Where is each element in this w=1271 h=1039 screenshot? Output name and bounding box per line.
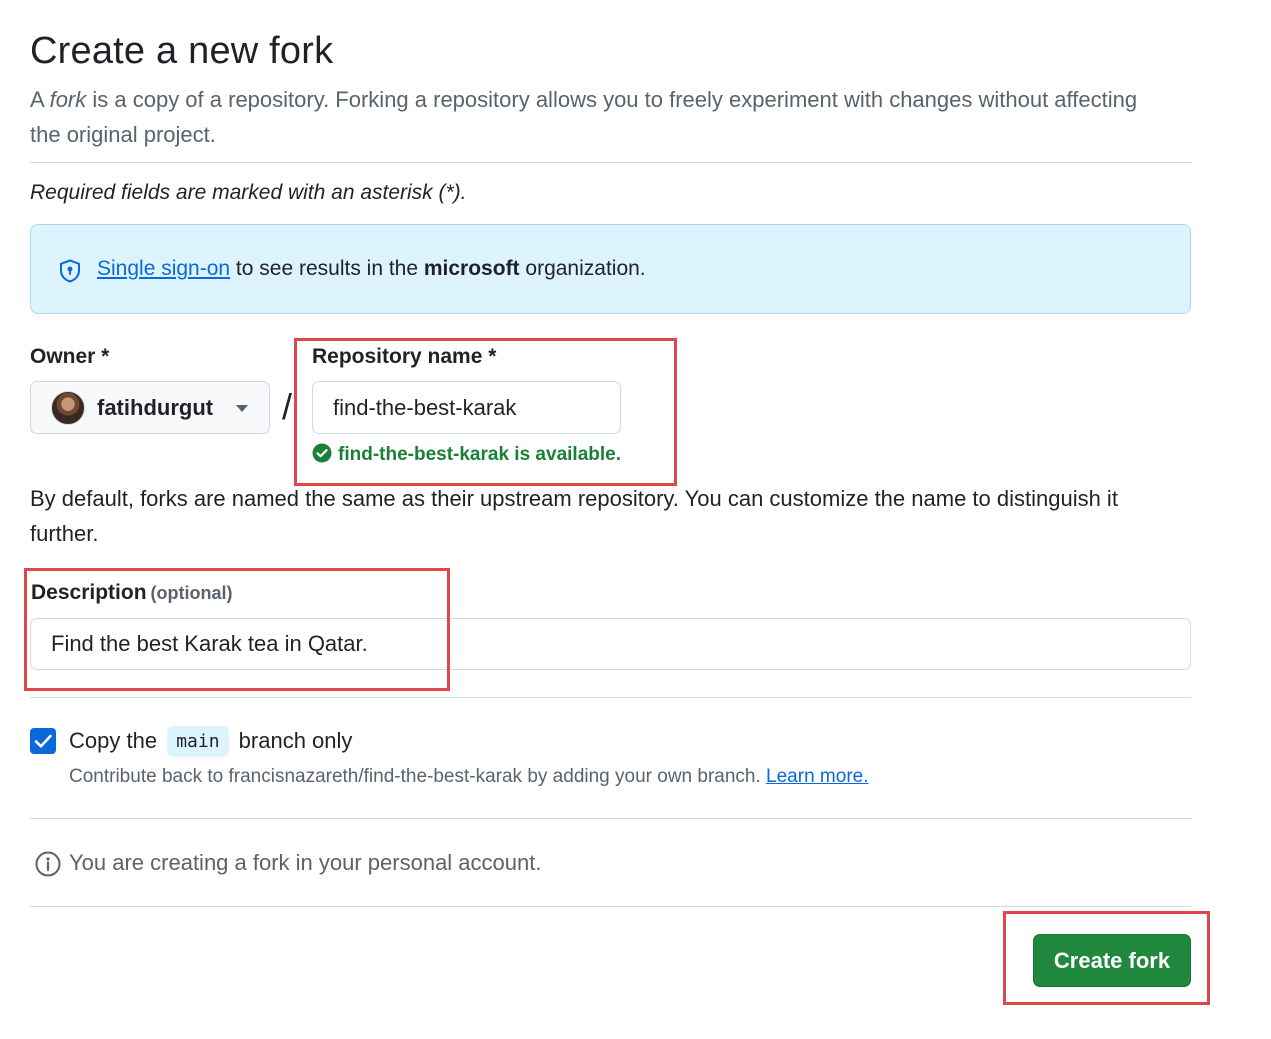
chevron-down-icon <box>236 405 248 412</box>
subtitle-emphasis: fork <box>49 87 87 112</box>
page-subtitle: A fork is a copy of a repository. Forkin… <box>30 82 1150 152</box>
copy-branch-label[interactable]: Copy the main branch only <box>69 726 352 757</box>
required-fields-note: Required fields are marked with an aster… <box>30 181 467 204</box>
sso-org-name: microsoft <box>423 257 520 280</box>
avatar <box>51 391 85 425</box>
shield-lock-icon <box>60 259 80 283</box>
subtitle-text: is a copy of a repository. Forking a rep… <box>30 87 1138 147</box>
availability-message: find-the-best-karak is available. <box>312 443 621 466</box>
learn-more-link[interactable]: Learn more. <box>766 766 868 787</box>
divider <box>30 906 1191 907</box>
description-label: Description (optional) <box>31 581 233 605</box>
copy-branch-label-before: Copy the <box>69 728 158 753</box>
copy-branch-checkbox[interactable] <box>30 728 56 754</box>
info-icon <box>35 851 61 877</box>
checkmark-icon <box>34 734 52 748</box>
description-input[interactable] <box>30 618 1191 670</box>
branch-name-code: main <box>167 726 229 757</box>
sso-message: Single sign-on to see results in the mic… <box>97 257 646 281</box>
repository-name-input[interactable] <box>312 381 621 434</box>
fork-page: Create a new fork A fork is a copy of a … <box>0 0 1271 1039</box>
owner-name: fatihdurgut <box>97 395 214 420</box>
sso-link[interactable]: Single sign-on <box>97 257 230 280</box>
divider <box>30 162 1191 163</box>
owner-label: Owner * <box>30 345 110 368</box>
copy-branch-description: Contribute back to francisnazareth/find-… <box>69 766 869 788</box>
copy-branch-label-after: branch only <box>238 728 353 753</box>
sso-text-after: organization. <box>519 257 646 280</box>
owner-repo-separator: / <box>282 386 293 427</box>
check-circle-icon <box>312 443 332 463</box>
description-label-text: Description <box>31 581 147 604</box>
divider <box>30 818 1191 819</box>
naming-hint: By default, forks are named the same as … <box>30 486 1118 546</box>
owner-dropdown[interactable]: fatihdurgut <box>30 381 270 434</box>
availability-text: find-the-best-karak is available. <box>338 444 621 465</box>
page-title: Create a new fork <box>30 30 334 72</box>
copy-branch-sub-text: Contribute back to francisnazareth/find-… <box>69 766 761 787</box>
repository-name-label: Repository name * <box>312 345 497 368</box>
create-fork-button[interactable]: Create fork <box>1033 934 1191 987</box>
divider <box>30 697 1191 698</box>
sso-banner: Single sign-on to see results in the mic… <box>30 224 1191 314</box>
optional-label: (optional) <box>150 583 233 603</box>
sso-text-before: to see results in the <box>230 257 424 280</box>
subtitle-prefix: A <box>30 87 50 112</box>
personal-account-info: You are creating a fork in your personal… <box>69 850 542 875</box>
